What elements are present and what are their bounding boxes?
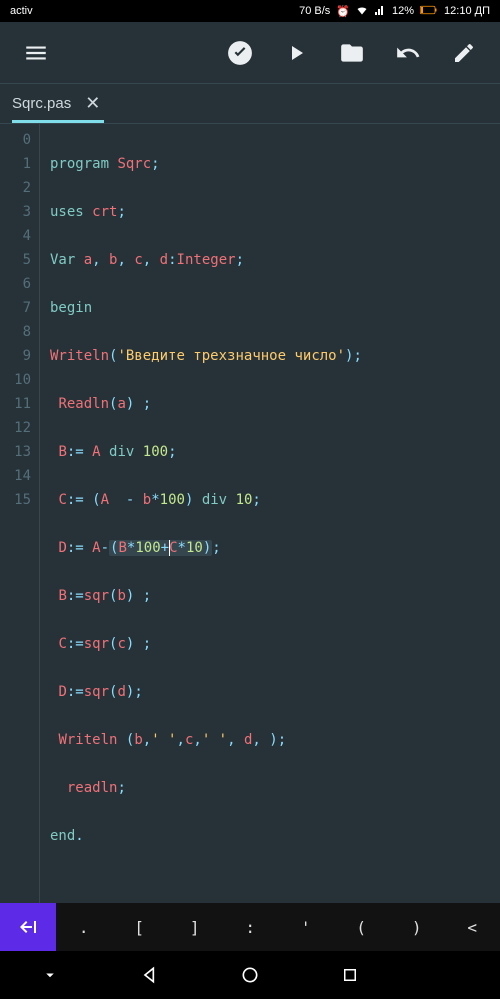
compile-button[interactable] [216, 29, 264, 77]
folder-button[interactable] [328, 29, 376, 77]
key-colon[interactable]: : [223, 903, 279, 951]
line-number: 13 [0, 440, 31, 464]
menu-button[interactable] [12, 29, 60, 77]
code-area[interactable]: program Sqrc; uses crt; Var a, b, c, d:I… [40, 124, 500, 903]
tab-label: Sqrc.pas [12, 95, 71, 112]
run-button[interactable] [272, 29, 320, 77]
line-number: 9 [0, 344, 31, 368]
tab-sqrc[interactable]: Sqrc.pas ✕ [12, 84, 104, 123]
clock-label: 12:10 ДП [444, 5, 490, 17]
key-rparen[interactable]: ) [389, 903, 445, 951]
key-lparen[interactable]: ( [334, 903, 390, 951]
undo-button[interactable] [384, 29, 432, 77]
key-dot[interactable]: . [56, 903, 112, 951]
line-number: 10 [0, 368, 31, 392]
line-number: 1 [0, 152, 31, 176]
line-number: 14 [0, 464, 31, 488]
tab-key[interactable] [0, 903, 56, 951]
symbol-key-row: . [ ] : ' ( ) < [0, 903, 500, 951]
carrier-label: activ [10, 5, 33, 17]
net-speed: 70 B/s [299, 5, 330, 17]
code-editor[interactable]: 0 1 2 3 4 5 6 7 8 9 10 11 12 13 14 15 pr… [0, 124, 500, 903]
key-quote[interactable]: ' [278, 903, 334, 951]
key-lt[interactable]: < [445, 903, 500, 951]
battery-label: 12% [392, 5, 414, 17]
line-number: 11 [0, 392, 31, 416]
wifi-icon [356, 4, 368, 19]
line-number: 12 [0, 416, 31, 440]
line-gutter: 0 1 2 3 4 5 6 7 8 9 10 11 12 13 14 15 [0, 124, 40, 903]
line-number: 8 [0, 320, 31, 344]
line-number: 3 [0, 200, 31, 224]
tab-bar: Sqrc.pas ✕ [0, 84, 500, 124]
line-number: 15 [0, 488, 31, 512]
signal-icon [374, 4, 386, 19]
home-button[interactable] [226, 951, 274, 999]
hide-keyboard-button[interactable] [26, 951, 74, 999]
status-right: 70 B/s ⏰ 12% 12:10 ДП [299, 4, 490, 19]
line-number: 4 [0, 224, 31, 248]
android-status-bar: activ 70 B/s ⏰ 12% 12:10 ДП [0, 0, 500, 22]
app-toolbar [0, 22, 500, 84]
alarm-icon: ⏰ [336, 5, 350, 18]
edit-button[interactable] [440, 29, 488, 77]
line-number: 7 [0, 296, 31, 320]
back-button[interactable] [126, 951, 174, 999]
line-number: 0 [0, 128, 31, 152]
line-number: 2 [0, 176, 31, 200]
key-rbracket[interactable]: ] [167, 903, 223, 951]
key-lbracket[interactable]: [ [112, 903, 168, 951]
android-nav-bar [0, 951, 500, 999]
battery-icon [420, 5, 438, 18]
recents-button[interactable] [326, 951, 374, 999]
line-number: 6 [0, 272, 31, 296]
line-number: 5 [0, 248, 31, 272]
close-icon[interactable]: ✕ [81, 93, 104, 114]
